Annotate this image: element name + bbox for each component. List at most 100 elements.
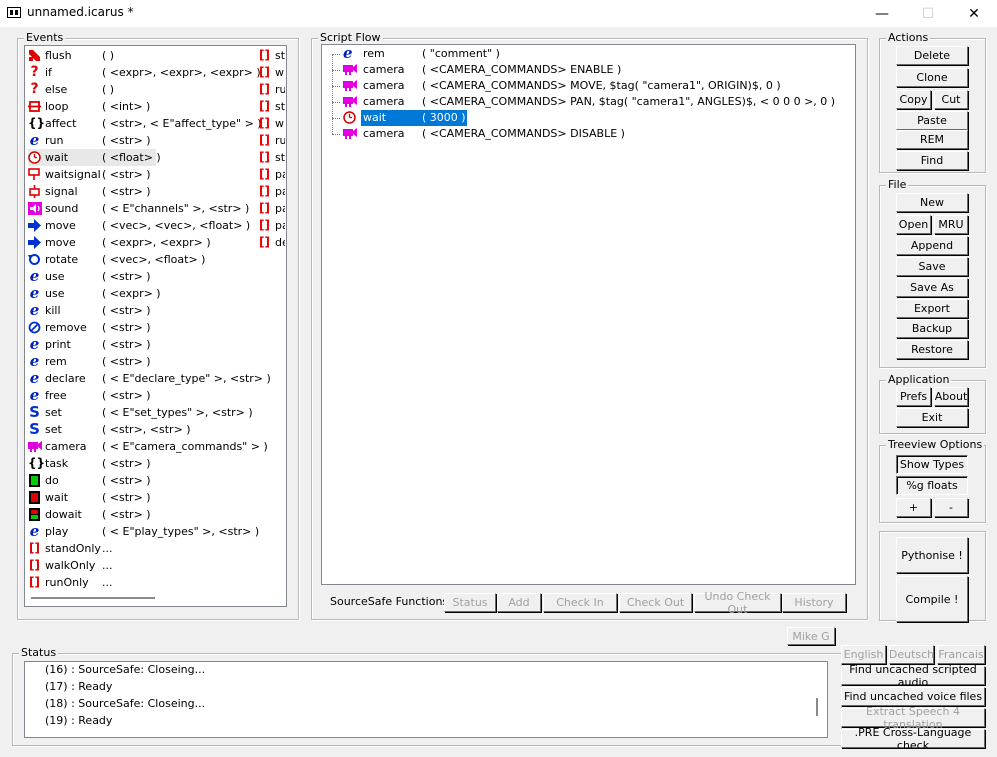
pythonise-button[interactable]: Pythonise ! — [896, 537, 968, 573]
window-title: unnamed.icarus * — [27, 5, 134, 19]
open-button[interactable]: Open — [896, 215, 931, 234]
expand-button[interactable]: + — [896, 498, 931, 517]
deutsch-button[interactable]: Deutsch — [889, 645, 934, 664]
script-flow-node[interactable]: camera ( <CAMERA_COMMANDS> PAN, $tag( "ca… — [332, 94, 852, 110]
event-item-declare[interactable]: e declare ( < E"declare_type" >, <str> ) — [28, 370, 271, 387]
script-flow-node[interactable]: camera ( <CAMERA_COMMANDS> ENABLE ) — [332, 62, 852, 78]
show-types-toggle[interactable]: Show Types — [896, 455, 968, 474]
event-item-wait[interactable]: wait ( <str> ) — [28, 489, 258, 506]
prefs-button[interactable]: Prefs — [896, 387, 931, 406]
sourcesafe-history-button[interactable]: History — [782, 593, 846, 612]
mike-g-button[interactable]: Mike G — [787, 627, 835, 645]
script-flow-node[interactable]: camera ( <CAMERA_COMMANDS> DISABLE ) — [332, 126, 852, 142]
event-item-affect[interactable]: {} affect ( <str>, < E"affect_type" > ) — [28, 115, 262, 132]
event-item-sound[interactable]: sound ( < E"channels" >, <str> ) — [28, 200, 258, 217]
minimize-button[interactable]: — — [859, 0, 905, 27]
event-item-free[interactable]: e free ( <str> ) — [28, 387, 258, 404]
file-group-title: File — [886, 178, 909, 192]
sourcesafe-status-button[interactable]: Status — [444, 593, 496, 612]
script-flow-node[interactable]: camera ( <CAMERA_COMMANDS> MOVE, $tag( "c… — [332, 78, 852, 94]
script-flow-node[interactable]: e rem ( "comment" ) — [332, 46, 852, 62]
event-item-runOnly[interactable]: [] runOnly... — [28, 574, 258, 591]
compile-button[interactable]: Compile ! — [896, 576, 968, 622]
event-name: walkOnly — [45, 559, 96, 572]
mru-button[interactable]: MRU — [934, 215, 968, 234]
event-args: ( <expr>, <expr>, <expr> ) — [102, 66, 261, 79]
event-item-do[interactable]: do ( <str> ) — [28, 472, 258, 489]
cut-button[interactable]: Cut — [934, 90, 968, 109]
exit-button[interactable]: Exit — [896, 408, 968, 427]
delete-button[interactable]: Delete — [896, 46, 968, 65]
events-list[interactable]: flush( )? if( <expr>, <expr>, <expr> )? el… — [24, 45, 287, 607]
camera-icon — [343, 79, 357, 93]
restore-button[interactable]: Restore — [896, 340, 968, 359]
sourcesafe-add-button[interactable]: Add — [497, 593, 541, 612]
script-flow-node[interactable]: wait ( 3000 ) — [332, 109, 852, 127]
actions-group-title: Actions — [886, 31, 931, 45]
event-item-remove[interactable]: remove ( <str> ) — [28, 319, 258, 336]
event-item-walkOnly[interactable]: [] walkOnly... — [28, 557, 258, 574]
close-button[interactable]: ✕ — [951, 0, 997, 27]
g-floats-toggle[interactable]: %g floats — [896, 476, 968, 495]
event-item-use[interactable]: e use ( <expr> ) — [28, 285, 258, 302]
status-log[interactable]: (16) : SourceSafe: Closeing... (17) : Rea… — [24, 661, 828, 738]
script-node-args: ( <CAMERA_COMMANDS> MOVE, $tag( "camera1… — [422, 79, 781, 92]
events-group-title: Events — [24, 31, 66, 45]
maximize-button[interactable]: ☐ — [905, 0, 951, 27]
event-name: print — [45, 338, 71, 351]
paste-button[interactable]: Paste — [896, 111, 968, 130]
event-item-wait[interactable]: wait ( <float> ) — [28, 149, 161, 166]
pre-cross-language-check-button[interactable]: .PRE Cross-Language check — [841, 726, 985, 752]
new-button[interactable]: New — [896, 193, 968, 212]
event-item-else[interactable]: ? else ( ) — [28, 81, 258, 98]
export-button[interactable]: Export — [896, 299, 968, 318]
event-item-rem[interactable]: e rem ( <str> ) — [28, 353, 258, 370]
sourcesafe-check-out-button[interactable]: Check Out — [619, 593, 692, 612]
event-item-flush[interactable]: flush ( ) — [28, 47, 258, 64]
events-hscroll-thumb[interactable] — [31, 597, 155, 599]
english-button[interactable]: English — [841, 645, 886, 664]
script-flow-tree[interactable]: e rem ( "comment" ) camera ( <CAMERA_COMMAND… — [321, 44, 856, 585]
event-item-run[interactable]: e run ( <str> ) — [28, 132, 258, 149]
event-item-rotate[interactable]: rotate ( <vec>, <float> ) — [28, 251, 258, 268]
backup-button[interactable]: Backup — [896, 319, 968, 338]
event-item-loop[interactable]: loop ( <int> ) — [28, 98, 258, 115]
append-button[interactable]: Append — [896, 236, 968, 255]
event-item-signal[interactable]: signal ( <str> ) — [28, 183, 258, 200]
event-item-camera[interactable]: camera ( < E"camera_commands" > ) — [28, 438, 268, 455]
event-item-if[interactable]: ? if ( <expr>, <expr>, <expr> ) — [28, 64, 261, 81]
event-item-dowait[interactable]: dowait ( <str> ) — [28, 506, 258, 523]
event-item-play[interactable]: e play ( < E"play_types" >, <str> ) — [28, 523, 259, 540]
save-as-button[interactable]: Save As — [896, 278, 968, 297]
event-item-use[interactable]: e use ( <str> ) — [28, 268, 258, 285]
find-button[interactable]: Find — [896, 151, 968, 170]
camera-icon — [28, 440, 42, 453]
event-item-task[interactable]: {} task ( <str> ) — [28, 455, 258, 472]
bracket-icon: [] — [259, 65, 270, 79]
extract-speech-button[interactable]: Extract Speech 4 translation — [841, 705, 985, 731]
collapse-button[interactable]: - — [934, 498, 968, 517]
event-args: ... — [102, 576, 113, 589]
rem-button[interactable]: REM — [896, 130, 968, 149]
event-item-standOnly[interactable]: [] standOnly... — [28, 540, 258, 557]
event-item-waitsignal[interactable]: waitsignal( <str> ) — [28, 166, 258, 183]
francais-button[interactable]: Francais — [937, 645, 985, 664]
bracket-icon: [] — [259, 82, 270, 96]
save-button[interactable]: Save — [896, 257, 968, 276]
event-item-move[interactable]: move ( <expr>, <expr> ) — [28, 234, 258, 251]
event-column-2-label: w — [275, 66, 284, 79]
clone-button[interactable]: Clone — [896, 68, 968, 87]
find-uncached-voice-button[interactable]: Find uncached voice files — [841, 687, 985, 706]
event-item-set[interactable]: Sset ( < E"set_types" >, <str> ) — [28, 404, 258, 421]
event-item-set[interactable]: Sset ( <str>, <str> ) — [28, 421, 258, 438]
copy-button[interactable]: Copy — [896, 90, 931, 109]
status-vscroll-thumb[interactable] — [816, 698, 818, 716]
sourcesafe-undo-check-out-button[interactable]: Undo Check Out — [694, 590, 781, 616]
about-button[interactable]: About — [934, 387, 968, 406]
sourcesafe-check-in-button[interactable]: Check In — [543, 593, 617, 612]
event-args: ( < E"declare_type" >, <str> ) — [102, 372, 271, 385]
event-item-move[interactable]: move ( <vec>, <vec>, <float> ) — [28, 217, 258, 234]
event-item-print[interactable]: e print ( <str> ) — [28, 336, 258, 353]
find-uncached-audio-button[interactable]: Find uncached scripted audio — [841, 663, 985, 689]
event-item-kill[interactable]: e kill ( <str> ) — [28, 302, 258, 319]
